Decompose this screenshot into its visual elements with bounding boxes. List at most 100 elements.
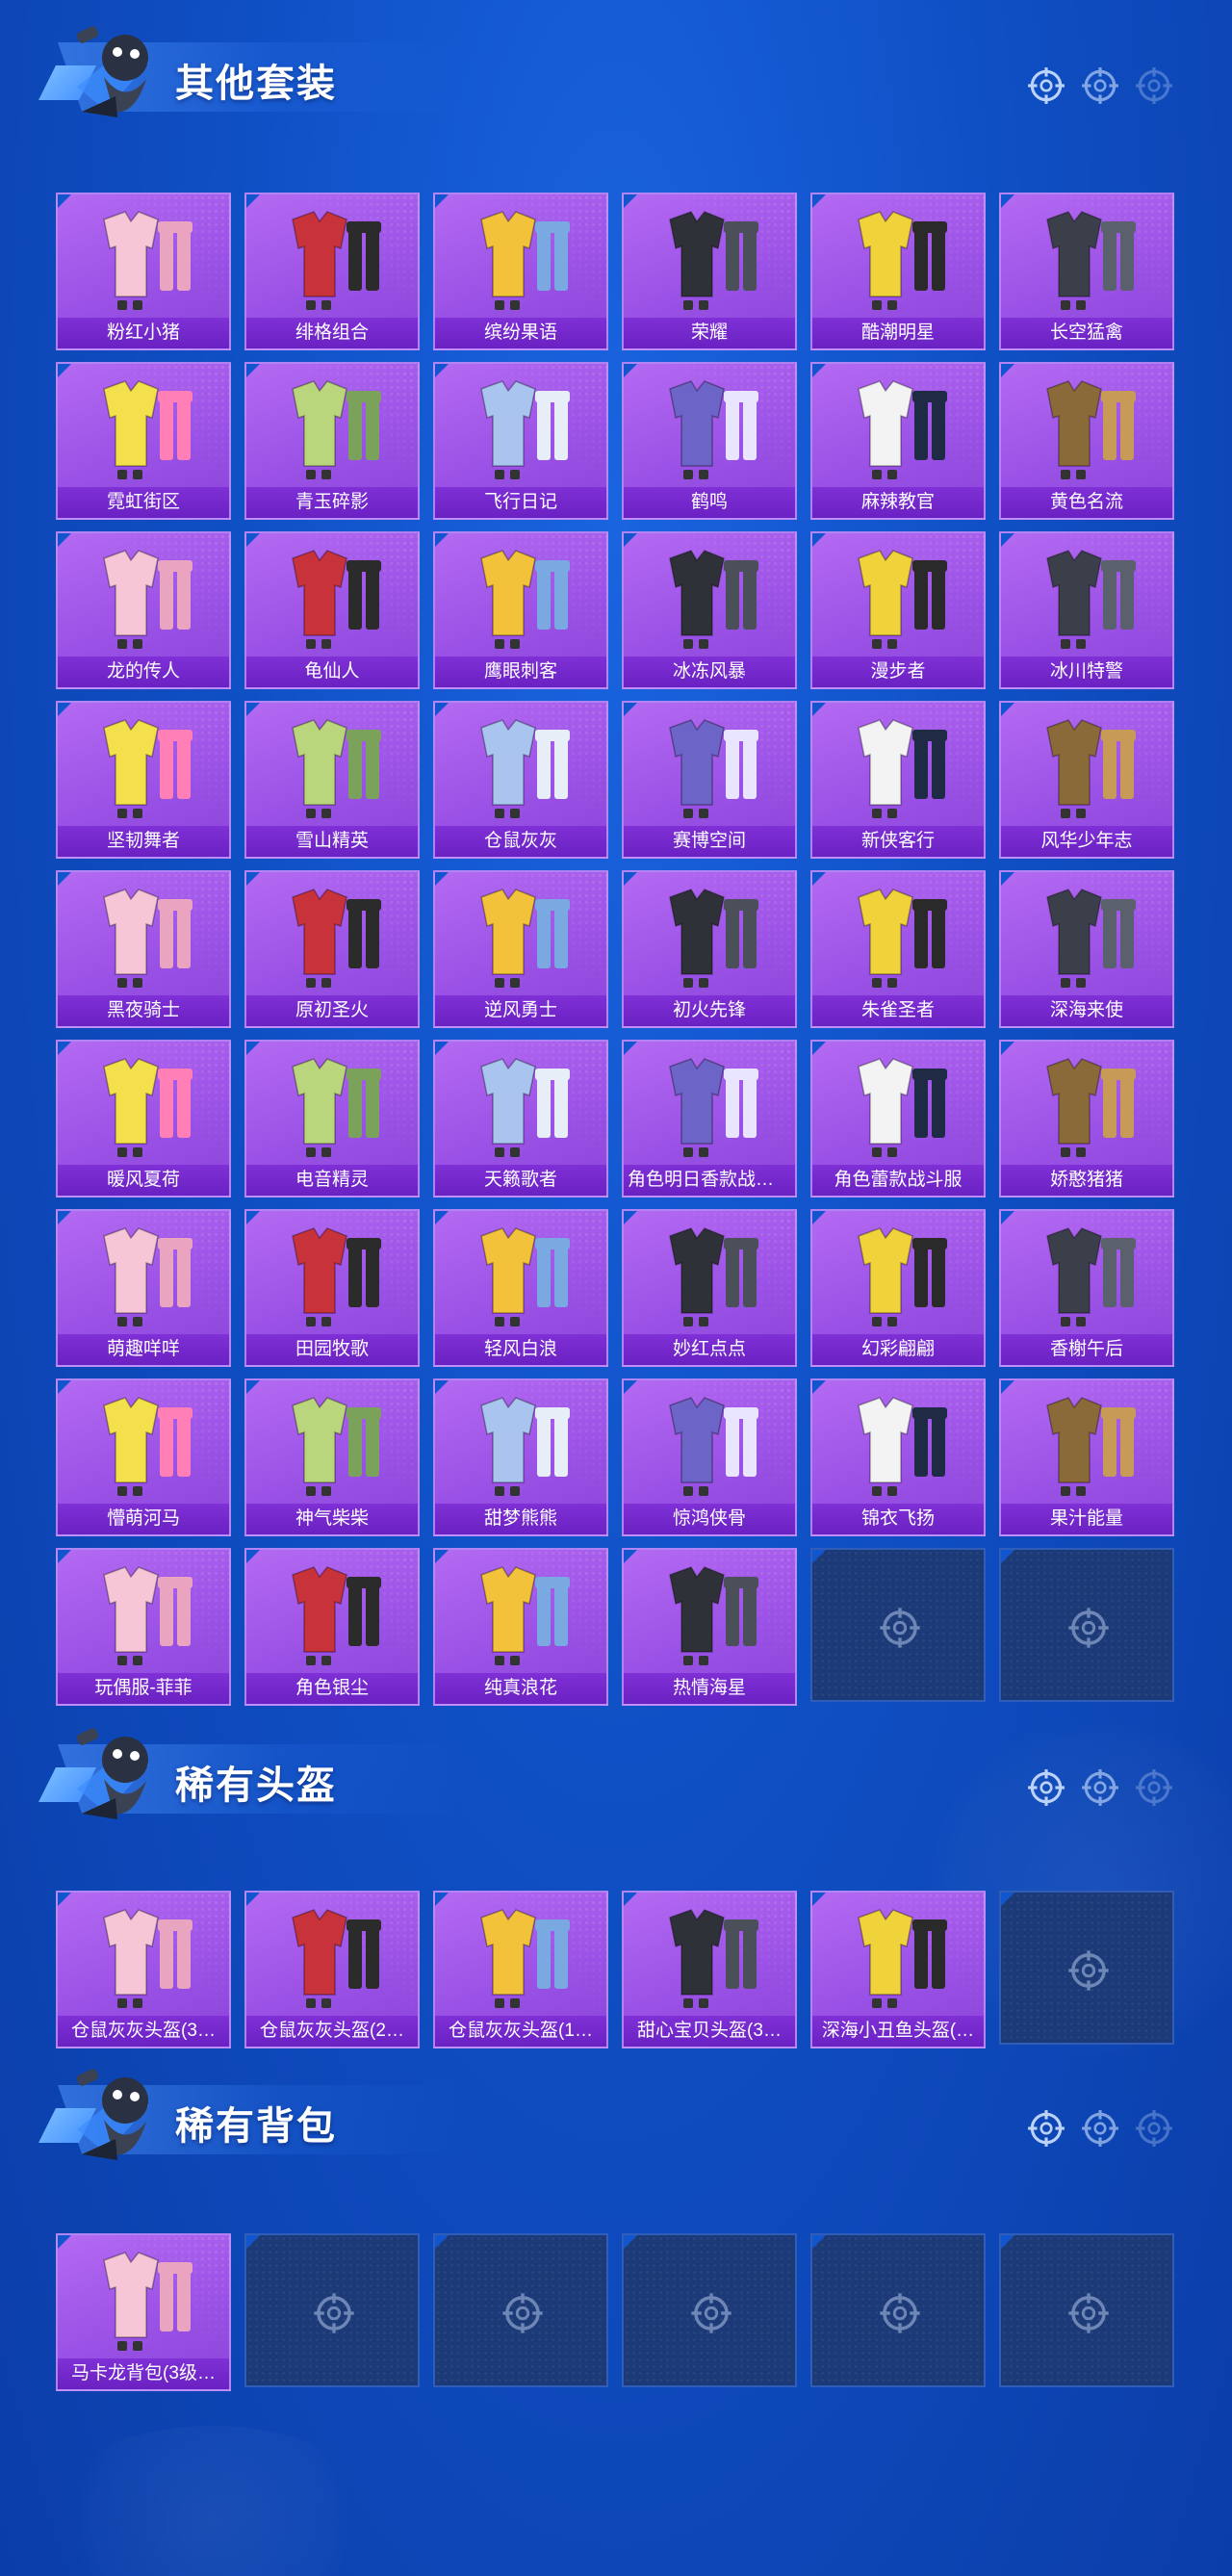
item-card[interactable]: 天籁歌者 [433, 1040, 608, 1198]
item-card[interactable]: 鹤鸣 [622, 362, 797, 520]
item-card[interactable]: 坚韧舞者 [56, 701, 231, 859]
item-card[interactable]: 角色银尘 [244, 1548, 420, 1706]
item-card[interactable]: 粉红小猪 [56, 193, 231, 350]
clownfish-helmet-icon [858, 1909, 947, 2008]
card-corner [1001, 364, 1014, 377]
item-card[interactable]: 深海来使 [999, 870, 1174, 1028]
item-card[interactable]: 惊鸿侠骨 [622, 1378, 797, 1536]
item-card[interactable]: 懵萌河马 [56, 1378, 231, 1536]
item-card[interactable]: 果汁能量 [999, 1378, 1174, 1536]
item-card[interactable]: 妙红点点 [622, 1209, 797, 1367]
item-card[interactable]: 霓虹街区 [56, 362, 231, 520]
item-label: 角色明日香款战斗… [624, 1165, 795, 1196]
parachute-watermark-icon [38, 2426, 385, 2576]
card-corner [58, 872, 71, 886]
item-card[interactable]: 仓鼠灰灰头盔(2… [244, 1891, 420, 2048]
item-card[interactable]: 黄色名流 [999, 362, 1174, 520]
night-knight-icon [103, 889, 192, 988]
hamster-helmet-icon [292, 1909, 381, 2008]
fruit-outfit-icon [480, 211, 570, 310]
item-card[interactable]: 黑夜骑士 [56, 870, 231, 1028]
item-card[interactable]: 甜心宝贝头盔(3… [622, 1891, 797, 2048]
card-corner [624, 1211, 637, 1224]
item-card[interactable]: 角色明日香款战斗… [622, 1040, 797, 1198]
crane-hoodie-icon [669, 380, 758, 479]
crosshair-icon [1082, 1769, 1118, 1806]
item-label: 赛博空间 [624, 826, 795, 857]
item-card[interactable]: 仓鼠灰灰 [433, 701, 608, 859]
card-corner [1001, 1893, 1014, 1906]
white-dancer-outfit-icon [103, 719, 192, 818]
item-label: 深海来使 [1001, 995, 1172, 1026]
card-corner [435, 1380, 449, 1394]
item-card[interactable]: 冰冻风暴 [622, 531, 797, 689]
item-label: 果汁能量 [1001, 1504, 1172, 1534]
item-card[interactable]: 暖风夏荷 [56, 1040, 231, 1198]
item-label: 懵萌河马 [58, 1504, 229, 1534]
asuka-suit-icon [669, 1058, 758, 1157]
item-card[interactable]: 朱雀圣者 [810, 870, 986, 1028]
empty-slot [810, 1548, 986, 1702]
item-card[interactable]: 深海小丑鱼头盔(… [810, 1891, 986, 2048]
item-card[interactable]: 风华少年志 [999, 701, 1174, 859]
item-card[interactable]: 轻风白浪 [433, 1209, 608, 1367]
crosshair-icon [502, 2293, 543, 2333]
item-card[interactable]: 玩偶服-菲菲 [56, 1548, 231, 1706]
item-card[interactable]: 赛博空间 [622, 701, 797, 859]
item-label: 飞行日记 [435, 487, 606, 518]
colorful-outfit-icon [858, 1227, 947, 1327]
item-card[interactable]: 逆风勇士 [433, 870, 608, 1028]
item-card[interactable]: 娇憨猪猪 [999, 1040, 1174, 1198]
item-card[interactable]: 荣耀 [622, 193, 797, 350]
item-card[interactable]: 萌趣咩咩 [56, 1209, 231, 1367]
item-label: 仓鼠灰灰头盔(1… [435, 2016, 606, 2047]
dark-jacket-outfit-icon [669, 211, 758, 310]
item-card[interactable]: 香榭午后 [999, 1209, 1174, 1367]
item-card[interactable]: 仓鼠灰灰头盔(1… [433, 1891, 608, 2048]
item-card[interactable]: 酷潮明星 [810, 193, 986, 350]
item-label: 朱雀圣者 [812, 995, 984, 1026]
crosshair-icon [1028, 67, 1065, 104]
item-card[interactable]: 纯真浪花 [433, 1548, 608, 1706]
item-card[interactable]: 雪山精英 [244, 701, 420, 859]
wuxia-robe-icon [669, 1397, 758, 1496]
item-card[interactable]: 热情海星 [622, 1548, 797, 1706]
item-card[interactable]: 青玉碎影 [244, 362, 420, 520]
card-corner [1001, 533, 1014, 547]
item-card[interactable]: 仓鼠灰灰头盔(3… [56, 1891, 231, 2048]
item-label: 长空猛禽 [1001, 318, 1172, 348]
item-card[interactable]: 锦衣飞扬 [810, 1378, 986, 1536]
item-card[interactable]: 绯格组合 [244, 193, 420, 350]
singer-outfit-icon [480, 1058, 570, 1157]
item-card[interactable]: 初火先锋 [622, 870, 797, 1028]
item-card[interactable]: 漫步者 [810, 531, 986, 689]
item-card[interactable]: 冰川特警 [999, 531, 1174, 689]
item-card[interactable]: 原初圣火 [244, 870, 420, 1028]
card-corner [624, 533, 637, 547]
item-card[interactable]: 长空猛禽 [999, 193, 1174, 350]
item-card[interactable]: 麻辣教官 [810, 362, 986, 520]
item-card[interactable]: 角色蕾款战斗服 [810, 1040, 986, 1198]
item-card[interactable]: 鹰眼刺客 [433, 531, 608, 689]
item-card[interactable]: 幻彩翩翩 [810, 1209, 986, 1367]
crosshair-icon [880, 2293, 920, 2333]
card-corner [1001, 703, 1014, 716]
item-label: 粉红小猪 [58, 318, 229, 348]
item-card[interactable]: 田园牧歌 [244, 1209, 420, 1367]
hamster-helmet-icon [480, 1909, 570, 2008]
item-card[interactable]: 缤纷果语 [433, 193, 608, 350]
item-label: 冰川特警 [1001, 657, 1172, 687]
electro-outfit-icon [292, 1058, 381, 1157]
item-card[interactable]: 龙的传人 [56, 531, 231, 689]
item-card[interactable]: 电音精灵 [244, 1040, 420, 1198]
item-card[interactable]: 龟仙人 [244, 531, 420, 689]
flame-armor-icon [292, 889, 381, 988]
green-outfit-icon [292, 380, 381, 479]
item-card[interactable]: 甜梦熊熊 [433, 1378, 608, 1536]
item-card[interactable]: 马卡龙背包(3级… [56, 2233, 231, 2391]
card-corner [435, 2235, 449, 2249]
item-card[interactable]: 飞行日记 [433, 362, 608, 520]
item-card[interactable]: 神气柴柴 [244, 1378, 420, 1536]
sheep-outfit-icon [103, 1227, 192, 1327]
item-card[interactable]: 新侠客行 [810, 701, 986, 859]
